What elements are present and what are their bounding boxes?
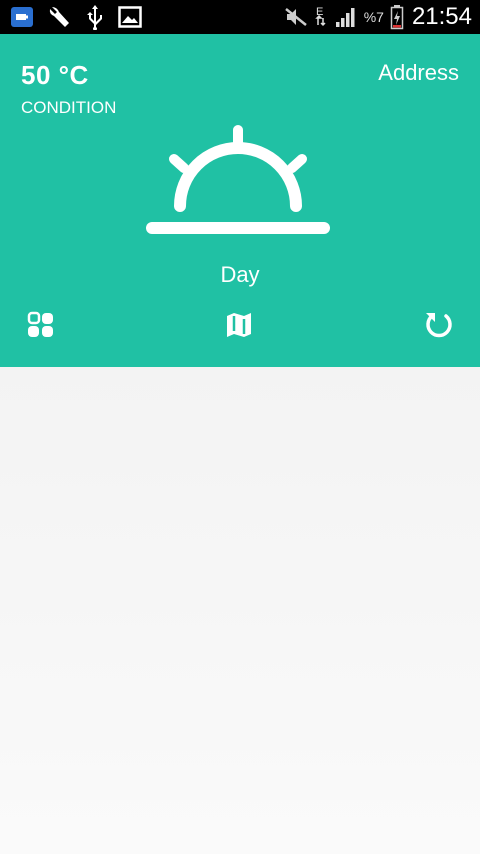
battery-percent: %7: [363, 9, 384, 25]
content-area: [0, 367, 480, 854]
map-icon: [224, 310, 254, 345]
signal-icon: [334, 5, 358, 29]
period-label: Day: [220, 262, 260, 287]
status-bar-notifications: [10, 4, 142, 30]
grid-icon: [27, 311, 55, 344]
data-edge-icon: E: [314, 4, 328, 30]
refresh-button[interactable]: [422, 310, 456, 344]
refresh-icon: [423, 309, 455, 346]
status-bar: E %7 21:54: [0, 0, 480, 34]
temperature: 50 °C: [21, 60, 89, 90]
battery-icon: [390, 4, 404, 30]
condition-label: CONDITION: [21, 98, 117, 117]
image-icon: [118, 6, 142, 28]
weather-header: 50 °C CONDITION Address Day: [0, 34, 480, 367]
address-label: Address: [378, 60, 459, 85]
battery-saver-icon: [10, 6, 34, 28]
clock: 21:54: [411, 3, 472, 30]
usb-icon: [86, 4, 104, 30]
map-button[interactable]: [222, 310, 256, 344]
sunrise-icon: [144, 124, 332, 236]
grid-button[interactable]: [24, 310, 58, 344]
mute-icon: [284, 6, 308, 28]
status-bar-system: E %7 21:54: [284, 0, 472, 34]
wrench-icon: [48, 5, 72, 29]
